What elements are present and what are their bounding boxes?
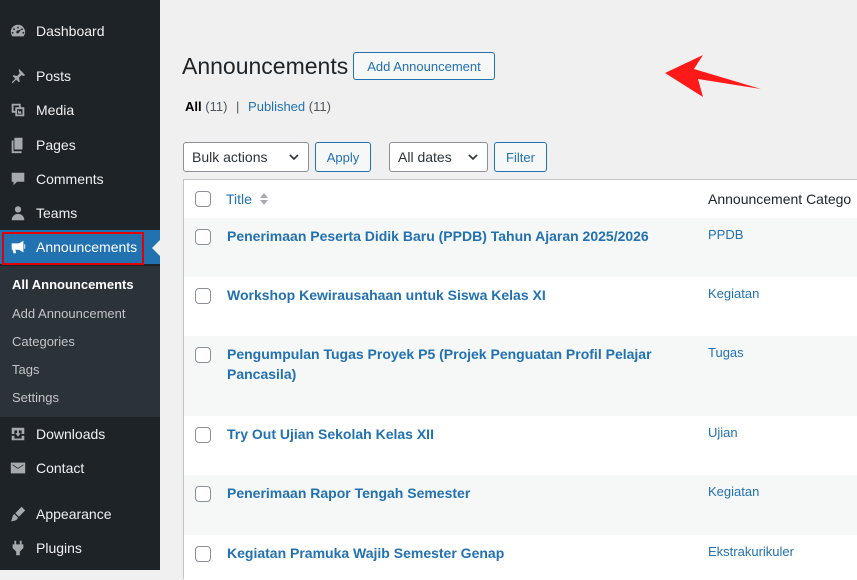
sidebar-item-appearance[interactable]: Appearance — [0, 497, 160, 531]
view-all-link[interactable]: All — [185, 99, 202, 114]
date-filter-select[interactable]: All dates — [389, 142, 488, 172]
filter-button[interactable]: Filter — [494, 142, 547, 172]
row-category-link[interactable]: Tugas — [708, 345, 744, 360]
row-title-link[interactable]: Workshop Kewirausahaan untuk Siswa Kelas… — [227, 285, 677, 305]
announcements-submenu: All Announcements Add Announcement Categ… — [0, 266, 160, 417]
row-checkbox[interactable] — [195, 229, 211, 245]
add-announcement-button[interactable]: Add Announcement — [353, 52, 495, 80]
row-title-link[interactable]: Penerimaan Peserta Didik Baru (PPDB) Tah… — [227, 226, 677, 246]
sidebar-item-label: Downloads — [36, 426, 106, 442]
sidebar-item-teams[interactable]: Teams — [0, 196, 160, 230]
plug-icon — [8, 538, 28, 558]
download-icon — [8, 424, 28, 444]
sidebar-item-label: Dashboard — [36, 23, 105, 39]
pin-icon — [8, 66, 28, 86]
view-filters: All (11) | Published (11) — [185, 99, 331, 114]
column-title-header[interactable]: Title — [226, 191, 252, 207]
select-all-checkbox[interactable] — [195, 191, 211, 207]
page-title: Announcements — [182, 53, 349, 79]
table-row: Penerimaan Rapor Tengah Semester Kegiata… — [184, 475, 857, 535]
column-category-header: Announcement Catego — [708, 191, 852, 207]
sidebar-item-posts[interactable]: Posts — [0, 59, 160, 93]
row-title-link[interactable]: Kegiatan Pramuka Wajib Semester Genap — [227, 543, 677, 563]
row-category-link[interactable]: Ujian — [708, 425, 738, 440]
sidebar-item-label: Announcements — [36, 239, 138, 255]
sidebar-item-label: Contact — [36, 460, 85, 476]
row-category-link[interactable]: Kegiatan — [708, 286, 759, 301]
table-row: Kegiatan Pramuka Wajib Semester Genap Ek… — [184, 535, 857, 580]
view-separator: | — [236, 99, 240, 114]
pages-icon — [8, 135, 28, 155]
sidebar-item-contact[interactable]: Contact — [0, 451, 160, 485]
submenu-add-announcement[interactable]: Add Announcement — [12, 306, 125, 321]
sidebar-item-label: Pages — [36, 137, 76, 153]
brush-icon — [8, 504, 28, 524]
chevron-down-icon — [468, 154, 478, 161]
table-row: Pengumpulan Tugas Proyek P5 (Projek Peng… — [184, 336, 857, 416]
row-category-link[interactable]: Ekstrakurikuler — [708, 544, 794, 559]
sidebar-item-comments[interactable]: Comments — [0, 162, 160, 196]
row-checkbox[interactable] — [195, 288, 211, 304]
comment-icon — [8, 169, 28, 189]
submenu-tags[interactable]: Tags — [12, 362, 39, 377]
table-row: Workshop Kewirausahaan untuk Siswa Kelas… — [184, 277, 857, 336]
chevron-down-icon — [289, 154, 299, 161]
sidebar-item-plugins[interactable]: Plugins — [0, 531, 160, 565]
date-filter-value: All dates — [398, 149, 452, 165]
row-checkbox[interactable] — [195, 347, 211, 363]
sidebar-item-label: Appearance — [36, 506, 112, 522]
announcements-table: Title Announcement Catego Penerimaan Pes… — [183, 179, 857, 580]
view-published-count: (11) — [308, 99, 331, 114]
sidebar-item-label: Plugins — [36, 540, 82, 556]
users-icon — [8, 203, 28, 223]
apply-button[interactable]: Apply — [315, 142, 371, 172]
megaphone-icon — [8, 237, 28, 257]
admin-sidebar: Dashboard Posts Media Pages Comments Tea… — [0, 0, 160, 570]
current-menu-indicator — [152, 240, 160, 256]
row-title-link[interactable]: Penerimaan Rapor Tengah Semester — [227, 483, 677, 503]
sidebar-item-pages[interactable]: Pages — [0, 128, 160, 162]
sidebar-item-downloads[interactable]: Downloads — [0, 417, 160, 451]
view-published-link[interactable]: Published — [248, 99, 305, 114]
row-category-link[interactable]: Kegiatan — [708, 484, 759, 499]
row-category-link[interactable]: PPDB — [708, 227, 743, 242]
submenu-settings[interactable]: Settings — [12, 390, 59, 405]
table-row: Try Out Ujian Sekolah Kelas XII Ujian — [184, 416, 857, 475]
sidebar-item-label: Comments — [36, 171, 104, 187]
media-icon — [8, 100, 28, 120]
table-header: Title Announcement Catego — [184, 180, 857, 219]
dashboard-icon — [8, 21, 28, 41]
row-checkbox[interactable] — [195, 427, 211, 443]
sidebar-item-announcements[interactable]: Announcements — [0, 230, 160, 264]
submenu-categories[interactable]: Categories — [12, 334, 75, 349]
row-title-link[interactable]: Pengumpulan Tugas Proyek P5 (Projek Peng… — [227, 344, 677, 384]
sidebar-item-label: Media — [36, 102, 75, 118]
annotation-arrow-icon — [665, 55, 761, 97]
row-checkbox[interactable] — [195, 546, 211, 562]
sidebar-item-label: Teams — [36, 205, 78, 221]
row-checkbox[interactable] — [195, 486, 211, 502]
bulk-actions-value: Bulk actions — [192, 149, 268, 165]
bulk-actions-select[interactable]: Bulk actions — [183, 142, 309, 172]
sidebar-item-dashboard[interactable]: Dashboard — [0, 14, 160, 48]
mail-icon — [8, 458, 28, 478]
view-all-count: (11) — [205, 99, 228, 114]
table-row: Penerimaan Peserta Didik Baru (PPDB) Tah… — [184, 218, 857, 277]
submenu-all-announcements[interactable]: All Announcements — [12, 277, 134, 292]
sidebar-item-media[interactable]: Media — [0, 93, 160, 127]
row-title-link[interactable]: Try Out Ujian Sekolah Kelas XII — [227, 424, 677, 444]
main-content: Announcements Add Announcement All (11) … — [160, 0, 857, 580]
sidebar-item-label: Posts — [36, 68, 72, 84]
sort-icon — [260, 193, 268, 205]
